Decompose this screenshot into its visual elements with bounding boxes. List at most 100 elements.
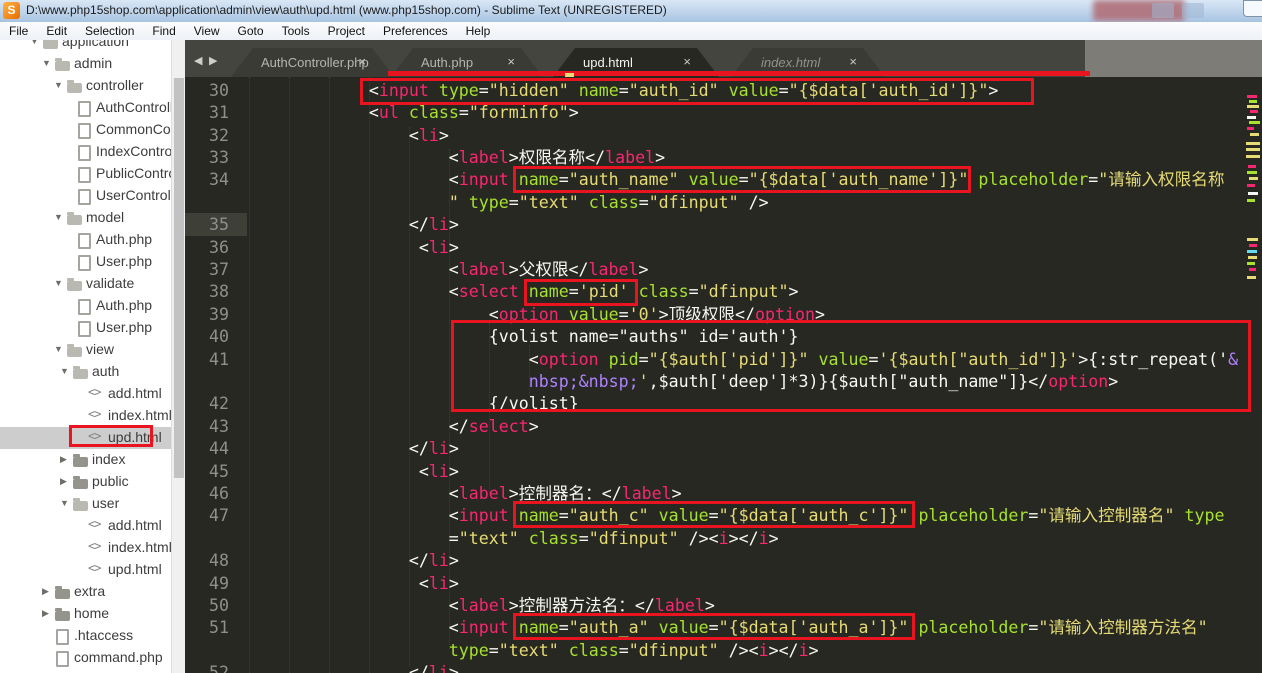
code-line-52[interactable]: </li> bbox=[249, 662, 459, 673]
tree-item-validate[interactable]: ▼ validate bbox=[0, 273, 171, 295]
expand-arrow-icon[interactable]: ▶ bbox=[60, 454, 67, 465]
tree-item-model[interactable]: ▼ model bbox=[0, 207, 171, 229]
code-line-33[interactable]: <label>权限名称</label> bbox=[249, 147, 665, 169]
menu-item-tools[interactable]: Tools bbox=[273, 24, 319, 38]
code-line-47[interactable]: <input name="auth_c" value="{$data['auth… bbox=[249, 505, 1225, 527]
tree-item-add.html[interactable]: <> add.html bbox=[0, 383, 171, 405]
code-line-44[interactable]: </li> bbox=[249, 438, 459, 460]
code-line-37[interactable]: <label>父权限</label> bbox=[249, 259, 649, 281]
code-line-46[interactable]: <label>控制器名：</label> bbox=[249, 483, 682, 505]
tab-scroll-right-icon[interactable]: ▶ bbox=[209, 54, 217, 67]
collapse-arrow-icon[interactable]: ▼ bbox=[60, 366, 69, 376]
code-line-36[interactable]: <li> bbox=[249, 237, 459, 259]
tab-scroll-left-icon[interactable]: ◀ bbox=[194, 54, 202, 67]
code-line-49[interactable]: <li> bbox=[249, 573, 459, 595]
sidebar-scrollbar-thumb[interactable] bbox=[174, 78, 184, 478]
menu-item-selection[interactable]: Selection bbox=[76, 24, 143, 38]
menu-item-file[interactable]: File bbox=[0, 24, 37, 38]
tree-item-PublicControlle[interactable]: PublicControlle bbox=[0, 163, 185, 185]
tree-item-User.php[interactable]: User.php bbox=[0, 251, 171, 273]
tab-upd.html[interactable]: upd.html × bbox=[553, 48, 719, 77]
tab-close-icon[interactable]: × bbox=[358, 54, 366, 69]
minimap[interactable] bbox=[1245, 77, 1262, 673]
tree-item-application[interactable]: ▼ application bbox=[0, 40, 171, 53]
collapse-arrow-icon[interactable]: ▼ bbox=[30, 40, 39, 46]
code-line-51[interactable]: <input name="auth_a" value="{$data['auth… bbox=[249, 617, 1208, 639]
tree-item-Auth.php[interactable]: Auth.php bbox=[0, 295, 171, 317]
collapse-arrow-icon[interactable]: ▼ bbox=[54, 212, 63, 222]
file-icon bbox=[78, 145, 91, 161]
tree-item-AuthController[interactable]: AuthController bbox=[0, 97, 185, 119]
tree-item-label: Auth.php bbox=[96, 231, 153, 247]
tab-close-icon[interactable]: × bbox=[849, 54, 857, 69]
tree-item-index[interactable]: ▶ index bbox=[0, 449, 171, 471]
code-line-30[interactable]: <input type="hidden" name="auth_id" valu… bbox=[249, 80, 999, 102]
tree-item-Auth.php[interactable]: Auth.php bbox=[0, 229, 171, 251]
menu-item-project[interactable]: Project bbox=[319, 24, 374, 38]
code-line-43[interactable]: </select> bbox=[249, 416, 539, 438]
collapse-arrow-icon[interactable]: ▼ bbox=[54, 344, 63, 354]
tree-item-upd.html[interactable]: <> upd.html bbox=[0, 427, 171, 449]
collapse-arrow-icon[interactable]: ▼ bbox=[42, 58, 51, 68]
tree-item-view[interactable]: ▼ view bbox=[0, 339, 171, 361]
tab-Auth.php[interactable]: Auth.php × bbox=[391, 48, 543, 77]
tree-item-upd.html[interactable]: <> upd.html bbox=[0, 559, 171, 581]
menu-item-preferences[interactable]: Preferences bbox=[374, 24, 457, 38]
tree-item-index.html[interactable]: <> index.html bbox=[0, 405, 172, 427]
code-line-wrap[interactable]: ="text" class="dfinput" /><i></i> bbox=[249, 528, 779, 550]
tree-item-auth[interactable]: ▼ auth bbox=[0, 361, 171, 383]
tree-item-IndexControlle[interactable]: IndexControlle bbox=[0, 141, 185, 163]
collapse-arrow-icon[interactable]: ▼ bbox=[54, 80, 63, 90]
code-line-39[interactable]: <option value='0'>顶级权限</option> bbox=[249, 304, 825, 326]
tree-item-extra[interactable]: ▶ extra bbox=[0, 581, 171, 603]
collapse-arrow-icon[interactable]: ▼ bbox=[54, 278, 63, 288]
code-line-wrap[interactable]: nbsp;&nbsp;',$auth['deep']*3)}{$auth["au… bbox=[249, 371, 1118, 393]
tree-item-user[interactable]: ▼ user bbox=[0, 493, 171, 515]
window-minimize-button[interactable] bbox=[1152, 3, 1174, 18]
code-line-40[interactable]: {volist name="auths" id='auth'} bbox=[249, 326, 799, 348]
tree-item-.htaccess[interactable]: .htaccess bbox=[0, 625, 171, 647]
code-line-wrap[interactable]: type="text" class="dfinput" /><i></i> bbox=[249, 640, 819, 662]
tab-close-icon[interactable]: × bbox=[683, 54, 691, 69]
menu-item-edit[interactable]: Edit bbox=[37, 24, 76, 38]
tree-item-UserController.[interactable]: UserController. bbox=[0, 185, 185, 207]
code-line-42[interactable]: {/volist} bbox=[249, 393, 579, 415]
window-maximize-button[interactable] bbox=[1182, 3, 1204, 18]
code-editor[interactable]: 30 <input type="hidden" name="auth_id" v… bbox=[185, 77, 1262, 673]
code-line-34[interactable]: <input name="auth_name" value="{$data['a… bbox=[249, 169, 1225, 191]
menu-item-view[interactable]: View bbox=[185, 24, 229, 38]
tree-item-controller[interactable]: ▼ controller bbox=[0, 75, 171, 97]
menu-item-find[interactable]: Find bbox=[143, 24, 184, 38]
sidebar-scrollbar[interactable] bbox=[171, 40, 185, 673]
menu-item-help[interactable]: Help bbox=[457, 24, 500, 38]
code-line-32[interactable]: <li> bbox=[249, 125, 449, 147]
code-line-31[interactable]: <ul class="forminfo"> bbox=[249, 102, 579, 124]
expand-arrow-icon[interactable]: ▶ bbox=[60, 476, 67, 487]
code-line-41[interactable]: <option pid="{$auth['pid']}" value='{$au… bbox=[249, 349, 1238, 371]
tree-item-index.html[interactable]: <> index.html bbox=[0, 537, 172, 559]
collapse-arrow-icon[interactable]: ▼ bbox=[60, 498, 69, 508]
minimap-mark bbox=[1247, 95, 1257, 98]
tab-index.html[interactable]: index.html × bbox=[731, 48, 885, 77]
minimap-mark bbox=[1249, 177, 1258, 180]
tab-close-icon[interactable]: × bbox=[507, 54, 515, 69]
folder-icon bbox=[67, 80, 82, 93]
code-line-35[interactable]: </li> bbox=[249, 214, 459, 236]
menu-item-goto[interactable]: Goto bbox=[229, 24, 273, 38]
tree-item-admin[interactable]: ▼ admin bbox=[0, 53, 171, 75]
tree-item-command.php[interactable]: command.php bbox=[0, 647, 171, 669]
expand-arrow-icon[interactable]: ▶ bbox=[42, 608, 49, 619]
tree-item-public[interactable]: ▶ public bbox=[0, 471, 171, 493]
tree-item-add.html[interactable]: <> add.html bbox=[0, 515, 171, 537]
code-line-48[interactable]: </li> bbox=[249, 550, 459, 572]
tree-item-CommonContr[interactable]: CommonContr bbox=[0, 119, 185, 141]
tree-item-home[interactable]: ▶ home bbox=[0, 603, 171, 625]
code-line-50[interactable]: <label>控制器方法名：</label> bbox=[249, 595, 715, 617]
code-line-45[interactable]: <li> bbox=[249, 461, 459, 483]
expand-arrow-icon[interactable]: ▶ bbox=[42, 586, 49, 597]
code-line-38[interactable]: <select name='pid' class="dfinput"> bbox=[249, 281, 799, 303]
tab-AuthController.php[interactable]: AuthController.php × bbox=[231, 48, 394, 77]
tree-item-User.php[interactable]: User.php bbox=[0, 317, 171, 339]
window-close-button[interactable] bbox=[1243, 0, 1262, 17]
code-line-wrap[interactable]: " type="text" class="dfinput" /> bbox=[249, 192, 769, 214]
